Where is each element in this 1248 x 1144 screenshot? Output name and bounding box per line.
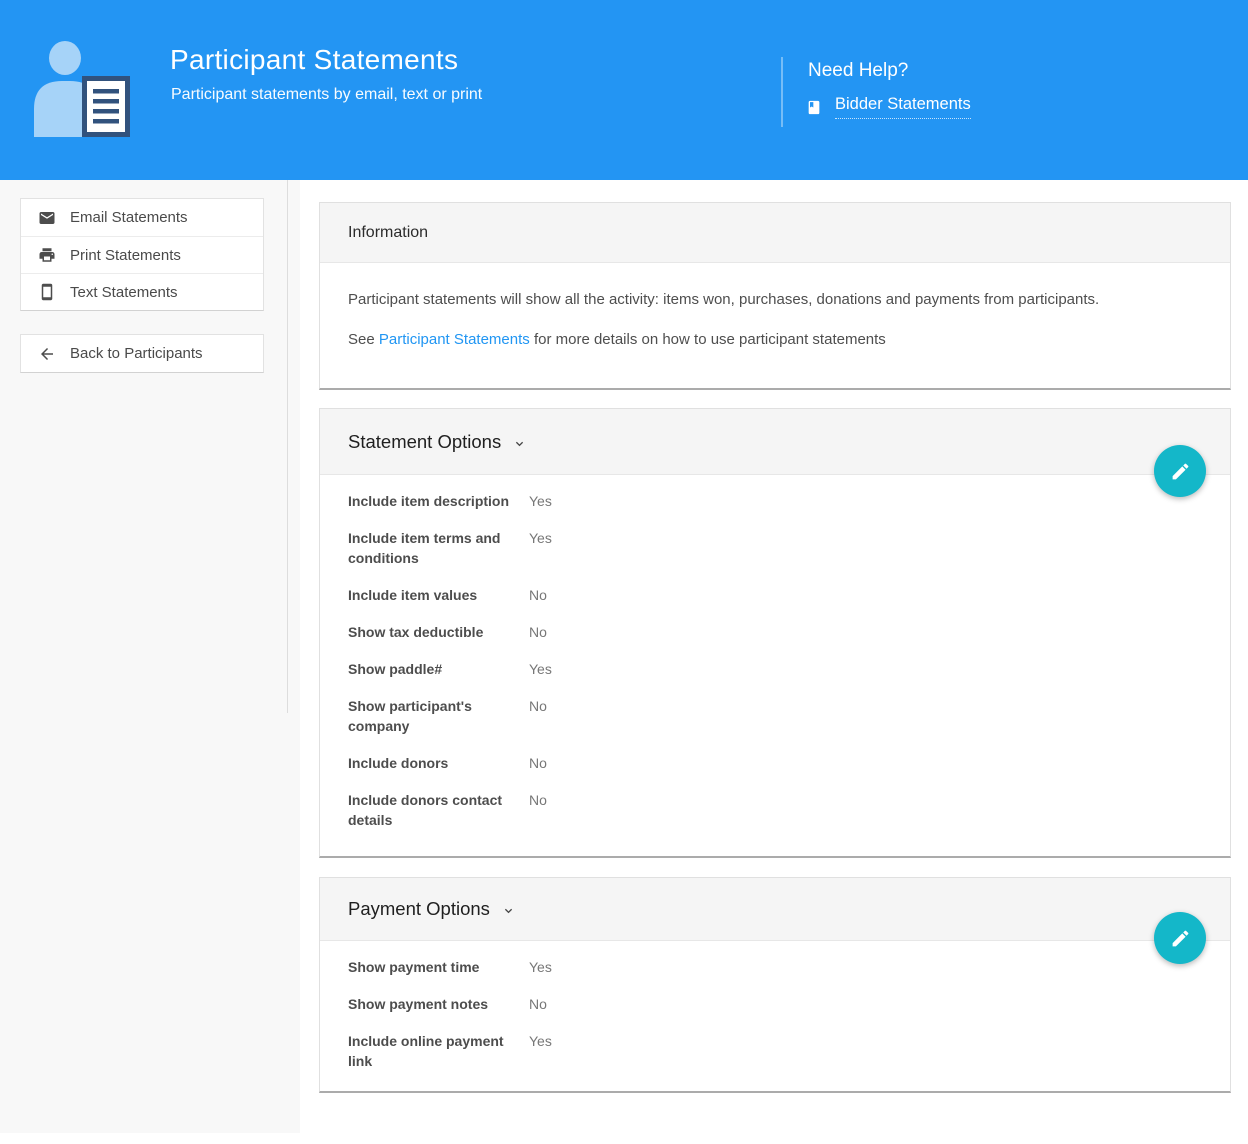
sidebar-item-label: Text Statements (70, 284, 178, 301)
option-label: Include item values (348, 585, 529, 605)
back-to-participants-button[interactable]: Back to Participants (21, 335, 263, 372)
information-card-body: Participant statements will show all the… (320, 263, 1230, 350)
sidebar-content-divider (287, 180, 288, 713)
option-row: Show payment notes No (348, 994, 1202, 1014)
option-row: Show participant's company No (348, 696, 1202, 736)
help-divider (781, 57, 783, 127)
participant-statements-link[interactable]: Participant Statements (379, 331, 530, 348)
information-line1: Participant statements will show all the… (348, 289, 1202, 310)
option-value: Yes (529, 491, 552, 511)
option-label: Include item terms and conditions (348, 528, 529, 568)
smartphone-icon (38, 283, 56, 301)
email-icon (38, 209, 56, 227)
page-subtitle: Participant statements by email, text or… (171, 86, 482, 104)
information-card: Information Participant statements will … (319, 202, 1231, 390)
option-value: Yes (529, 659, 552, 679)
page-header: Participant Statements Participant state… (0, 0, 1248, 180)
option-label: Show participant's company (348, 696, 529, 736)
statement-options-header[interactable]: Statement Options (320, 409, 1230, 475)
option-label: Include item description (348, 491, 529, 511)
option-row: Include item description Yes (348, 491, 1202, 511)
information-line2-prefix: See (348, 331, 379, 348)
edit-statement-options-button[interactable] (1154, 445, 1206, 497)
need-help-title: Need Help? (808, 60, 908, 82)
participant-statements-icon (32, 36, 137, 138)
option-label: Include online payment link (348, 1031, 529, 1071)
option-row: Include donors contact details No (348, 790, 1202, 830)
information-card-title: Information (348, 224, 428, 242)
sidebar-item-label: Back to Participants (70, 345, 203, 362)
sidebar-item-label: Email Statements (70, 209, 188, 226)
option-label: Show paddle# (348, 659, 529, 679)
statement-options-body: Include item description Yes Include ite… (320, 475, 1230, 830)
option-value: No (529, 585, 547, 605)
sidebar-nav-card: Email Statements Print Statements Text S… (20, 198, 264, 311)
option-label: Show payment notes (348, 994, 529, 1014)
payment-options-title: Payment Options (348, 898, 490, 920)
option-row: Show paddle# Yes (348, 659, 1202, 679)
book-icon (806, 99, 822, 116)
payment-options-header[interactable]: Payment Options (320, 878, 1230, 941)
edit-payment-options-button[interactable] (1154, 912, 1206, 964)
option-value: No (529, 790, 547, 830)
information-line2: See Participant Statements for more deta… (348, 329, 1202, 350)
option-row: Show tax deductible No (348, 622, 1202, 642)
sidebar-item-email-statements[interactable]: Email Statements (21, 199, 263, 236)
statement-options-title: Statement Options (348, 431, 501, 453)
sidebar-item-label: Print Statements (70, 247, 181, 264)
option-value: Yes (529, 1031, 552, 1071)
option-row: Include item terms and conditions Yes (348, 528, 1202, 568)
payment-options-body: Show payment time Yes Show payment notes… (320, 941, 1230, 1071)
sidebar-background (0, 180, 300, 1133)
information-card-header: Information (320, 203, 1230, 263)
arrow-left-icon (38, 345, 56, 363)
chevron-down-icon[interactable] (501, 903, 516, 918)
option-label: Include donors (348, 753, 529, 773)
option-row: Include item values No (348, 585, 1202, 605)
sidebar-item-text-statements[interactable]: Text Statements (21, 273, 263, 310)
option-label: Show tax deductible (348, 622, 529, 642)
option-value: No (529, 696, 547, 736)
print-icon (38, 246, 56, 264)
chevron-down-icon[interactable] (512, 436, 527, 451)
sidebar-back-card: Back to Participants (20, 334, 264, 373)
option-label: Show payment time (348, 957, 529, 977)
pencil-icon (1170, 461, 1191, 482)
option-value: No (529, 753, 547, 773)
bidder-statements-link[interactable]: Bidder Statements (835, 95, 971, 119)
option-value: No (529, 994, 547, 1014)
option-label: Include donors contact details (348, 790, 529, 830)
pencil-icon (1170, 928, 1191, 949)
page-title: Participant Statements (170, 44, 458, 76)
option-value: No (529, 622, 547, 642)
help-link-row: Bidder Statements (806, 95, 971, 119)
statement-options-card: Statement Options Include item descripti… (319, 408, 1231, 858)
option-value: Yes (529, 957, 552, 977)
payment-options-card: Payment Options Show payment time Yes Sh… (319, 877, 1231, 1093)
option-row: Include online payment link Yes (348, 1031, 1202, 1071)
sidebar-item-print-statements[interactable]: Print Statements (21, 236, 263, 273)
information-line2-suffix: for more details on how to use participa… (530, 331, 886, 348)
option-row: Include donors No (348, 753, 1202, 773)
option-value: Yes (529, 528, 552, 568)
option-row: Show payment time Yes (348, 957, 1202, 977)
